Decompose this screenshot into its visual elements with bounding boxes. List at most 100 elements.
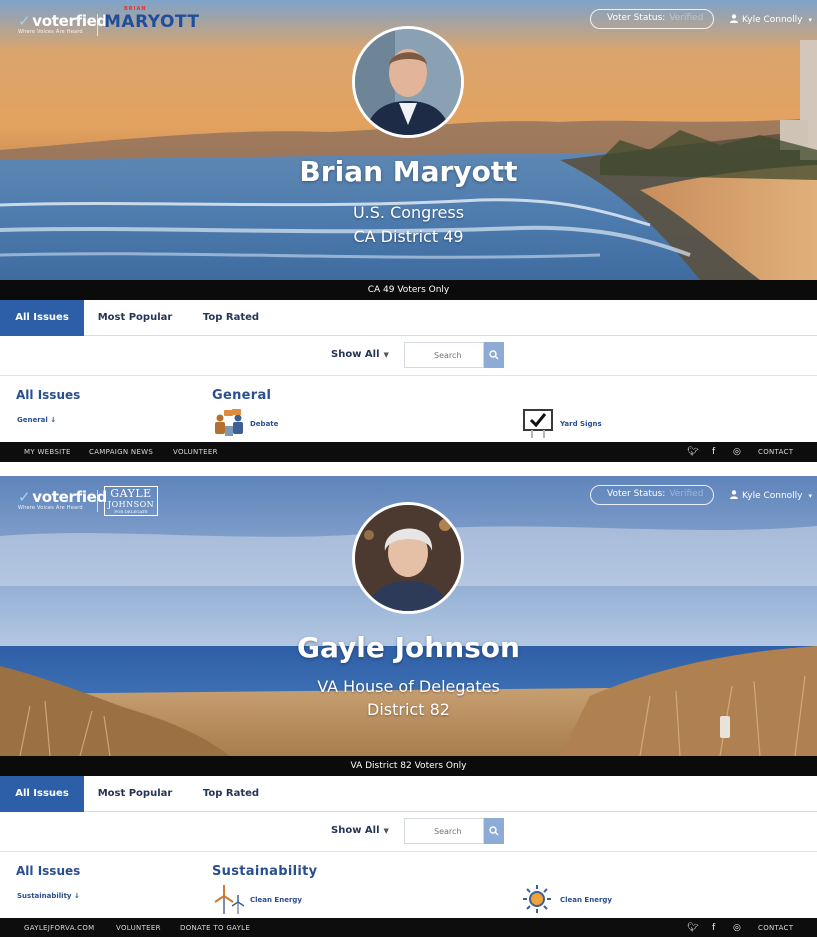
issue-label: Clean Energy <box>250 896 302 904</box>
footer-link-volunteer[interactable]: VOLUNTEER <box>173 442 218 462</box>
campaign-logo-line2: JOHNSON <box>107 500 155 509</box>
user-menu[interactable]: Kyle Connolly ▾ <box>730 14 812 25</box>
issues-content: All Issues General ↓ General Debate Yard… <box>0 376 817 442</box>
candidate-office: U.S. Congress <box>352 203 465 222</box>
show-all-label: Show All <box>331 825 380 836</box>
debate-icon <box>215 409 243 436</box>
footer-link-campaign-news[interactable]: CAMPAIGN NEWS <box>89 442 153 462</box>
caret-down-icon: ▼ <box>383 351 389 359</box>
candidate-page-maryott: ✓ voterfied Where Voices Are Heard BRIAN … <box>0 0 817 462</box>
candidate-photo <box>352 26 464 138</box>
voter-status-pill[interactable]: Voter Status: Verified <box>590 485 714 505</box>
footer-link-website[interactable]: GAYLEJFORVA.COM <box>24 918 95 937</box>
footer-bar: MY WEBSITE CAMPAIGN NEWS VOLUNTEER 🐦︎ f … <box>0 442 817 462</box>
footer-link-website[interactable]: MY WEBSITE <box>24 442 71 462</box>
footer-link-contact[interactable]: CONTACT <box>758 918 793 937</box>
issue-label: Clean Energy <box>560 896 612 904</box>
voter-status-value: Verified <box>669 489 704 499</box>
voterfied-logo[interactable]: ✓ voterfied Where Voices Are Heard <box>18 488 107 511</box>
voter-status-pill[interactable]: Voter Status: Verified <box>590 9 714 29</box>
logo-text: voterfied <box>32 488 107 506</box>
campaign-logo-line3: FOR DELEGATE <box>114 509 148 514</box>
voterfied-logo[interactable]: ✓ voterfied Where Voices Are Heard <box>18 12 107 35</box>
arrow-down-icon: ↓ <box>73 892 80 900</box>
campaign-logo[interactable]: BRIAN MARYOTT <box>104 6 200 32</box>
campaign-logo[interactable]: GAYLE JOHNSON FOR DELEGATE <box>104 486 158 516</box>
filter-bar: Show All ▼ <box>0 812 817 852</box>
instagram-icon[interactable]: ◎ <box>733 918 741 937</box>
tab-top-rated[interactable]: Top Rated <box>192 300 270 336</box>
twitter-icon[interactable]: 🐦︎ <box>687 918 698 937</box>
search-icon <box>489 825 499 835</box>
instagram-icon[interactable]: ◎ <box>733 442 741 462</box>
tab-all-issues[interactable]: All Issues <box>0 776 84 812</box>
sidebar-category-label: General <box>17 416 48 424</box>
wind-turbine-icon <box>214 885 245 914</box>
user-icon <box>730 490 738 499</box>
footer-link-donate[interactable]: DONATE TO GAYLE <box>180 918 250 937</box>
hero-banner: ✓ voterfied Where Voices Are Heard GAYLE … <box>0 476 817 756</box>
checkmark-icon: ✓ <box>18 12 31 30</box>
user-menu[interactable]: Kyle Connolly ▾ <box>730 490 812 501</box>
logo-divider <box>97 490 98 512</box>
checkmark-icon: ✓ <box>18 488 31 506</box>
user-name: Kyle Connolly <box>742 491 803 501</box>
issue-label: Debate <box>250 420 279 428</box>
twitter-icon[interactable]: 🐦︎ <box>687 442 698 462</box>
show-all-label: Show All <box>331 349 380 360</box>
section-title: Sustainability <box>212 864 318 879</box>
logo-tagline: Where Voices Are Heard <box>18 505 83 511</box>
campaign-logo-line1: GAYLE <box>110 487 152 500</box>
candidate-name: Gayle Johnson <box>297 631 520 664</box>
footer-link-contact[interactable]: CONTACT <box>758 442 793 462</box>
campaign-logo-small: BRIAN <box>124 6 147 12</box>
issue-tabs: All Issues Most Popular Top Rated <box>0 776 817 812</box>
tab-most-popular[interactable]: Most Popular <box>90 776 180 812</box>
voters-only-bar: VA District 82 Voters Only <box>0 756 817 776</box>
user-name: Kyle Connolly <box>742 15 803 25</box>
tab-top-rated[interactable]: Top Rated <box>192 776 270 812</box>
tab-most-popular[interactable]: Most Popular <box>90 300 180 336</box>
voter-status-label: Voter Status: <box>607 13 666 23</box>
facebook-icon[interactable]: f <box>712 442 715 462</box>
search-button[interactable] <box>484 342 504 368</box>
footer-link-volunteer[interactable]: VOLUNTEER <box>116 918 161 937</box>
facebook-icon[interactable]: f <box>712 918 715 937</box>
user-icon <box>730 14 738 23</box>
chevron-down-icon: ▾ <box>808 492 813 500</box>
logo-divider <box>97 14 98 36</box>
footer-bar: GAYLEJFORVA.COM VOLUNTEER DONATE TO GAYL… <box>0 918 817 937</box>
sidebar-category[interactable]: Sustainability ↓ <box>17 892 80 900</box>
candidate-portrait-image <box>355 29 461 135</box>
sidebar-title: All Issues <box>16 864 81 878</box>
issue-tabs: All Issues Most Popular Top Rated <box>0 300 817 336</box>
logo-text: voterfied <box>32 12 107 30</box>
caret-down-icon: ▼ <box>383 827 389 835</box>
tab-all-issues[interactable]: All Issues <box>0 300 84 336</box>
campaign-logo-text: MARYOTT <box>104 12 200 32</box>
candidate-district: CA District 49 <box>353 227 464 246</box>
search-icon <box>489 349 499 359</box>
show-all-dropdown[interactable]: Show All ▼ <box>331 349 389 360</box>
chevron-down-icon: ▾ <box>808 16 813 24</box>
search-input[interactable] <box>404 818 484 844</box>
solar-sun-icon <box>523 885 551 913</box>
issue-label: Yard Signs <box>560 420 602 428</box>
candidate-page-johnson: ✓ voterfied Where Voices Are Heard GAYLE … <box>0 476 817 937</box>
yard-sign-icon <box>523 409 553 438</box>
candidate-district: District 82 <box>367 700 450 719</box>
candidate-portrait-image <box>355 505 461 611</box>
hero-banner: ✓ voterfied Where Voices Are Heard BRIAN … <box>0 0 817 280</box>
issues-content: All Issues Sustainability ↓ Sustainabili… <box>0 852 817 918</box>
section-title: General <box>212 388 272 403</box>
voter-status-label: Voter Status: <box>607 489 666 499</box>
search-button[interactable] <box>484 818 504 844</box>
search-input[interactable] <box>404 342 484 368</box>
filter-bar: Show All ▼ <box>0 336 817 376</box>
candidate-name: Brian Maryott <box>299 155 518 188</box>
arrow-down-icon: ↓ <box>50 416 57 424</box>
logo-tagline: Where Voices Are Heard <box>18 29 83 35</box>
sidebar-title: All Issues <box>16 388 81 402</box>
show-all-dropdown[interactable]: Show All ▼ <box>331 825 389 836</box>
sidebar-category[interactable]: General ↓ <box>17 416 56 424</box>
